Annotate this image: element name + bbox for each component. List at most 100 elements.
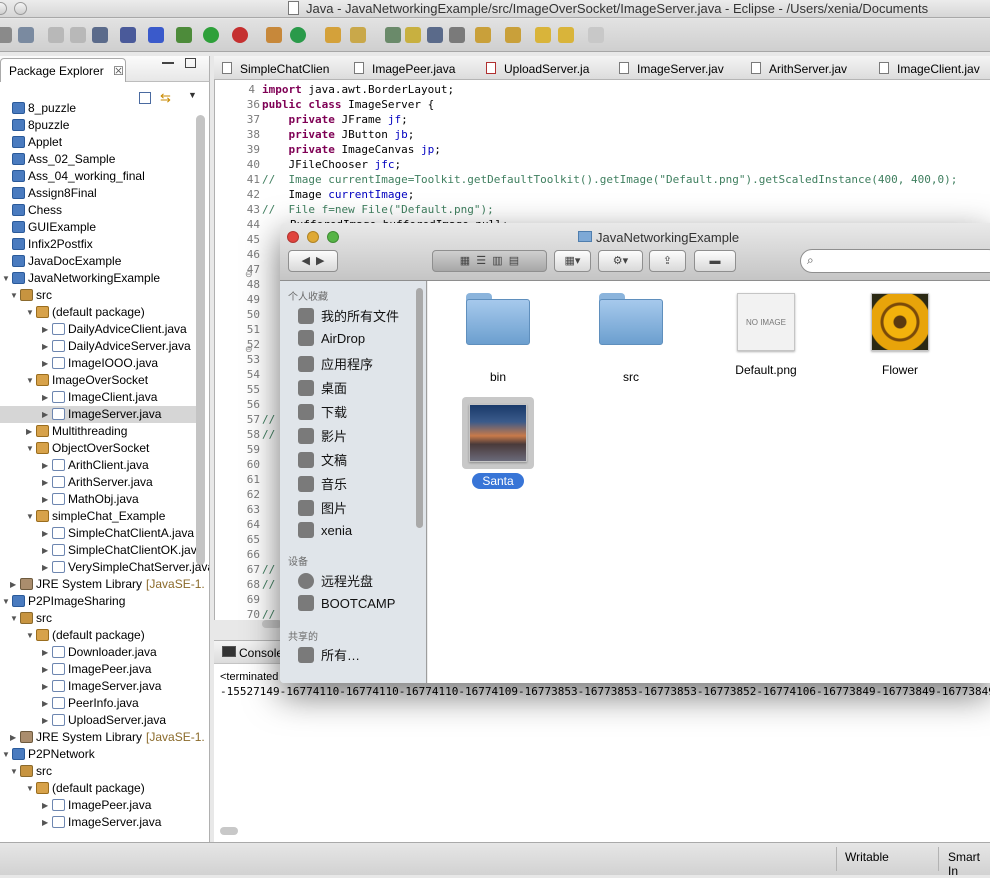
tree-item-file[interactable]: ▶ Downloader.java <box>0 644 196 661</box>
file-item-santa[interactable]: Santa <box>448 397 548 489</box>
tree-item-package[interactable]: ▼ (default package) <box>0 627 196 644</box>
sidebar-item[interactable]: 音乐 <box>298 474 347 493</box>
arrange-button[interactable]: ▦▾ <box>554 250 591 272</box>
next-edit-icon[interactable] <box>475 27 491 43</box>
sidebar-item[interactable]: 我的所有文件 <box>298 306 399 325</box>
console-hscrollbar[interactable] <box>220 827 238 835</box>
sidebar-item-shared[interactable]: 所有… <box>298 645 360 664</box>
tree-item-project[interactable]: ▼ P2PNetwork <box>0 746 196 763</box>
expand-arrow-icon[interactable]: ▶ <box>42 491 52 508</box>
tree-item-file[interactable]: ▶ MathObj.java <box>0 491 196 508</box>
sidebar-item[interactable]: AirDrop <box>298 330 365 346</box>
editor-tab-active[interactable]: ImageServer.jav <box>619 59 724 79</box>
tree-item-file[interactable]: ▶ ImageServer.java <box>0 678 196 695</box>
expand-arrow-icon[interactable]: ▼ <box>26 780 36 797</box>
forward-icon[interactable] <box>588 27 604 43</box>
tree-item-project[interactable]: Infix2Postfix <box>0 236 196 253</box>
expand-arrow-icon[interactable]: ▶ <box>42 355 52 372</box>
tree-item-file[interactable]: ▶ ImageServer.java <box>0 406 196 423</box>
expand-arrow-icon[interactable]: ▼ <box>26 440 36 457</box>
expand-arrow-icon[interactable]: ▶ <box>42 661 52 678</box>
expand-arrow-icon[interactable]: ▶ <box>42 559 52 576</box>
expand-arrow-icon[interactable]: ▼ <box>2 270 12 287</box>
view-mode-segmented-control[interactable]: ▦ ☰ ▥ ▤ <box>432 250 547 272</box>
finder-minimize-button[interactable] <box>307 231 319 243</box>
tree-item-file[interactable]: ▶ ImageClient.java <box>0 389 196 406</box>
editor-tab[interactable]: UploadServer.ja <box>486 59 589 79</box>
tree-item-project[interactable]: Ass_04_working_final <box>0 168 196 185</box>
maximize-view-icon[interactable] <box>185 58 196 68</box>
expand-arrow-icon[interactable]: ▶ <box>10 729 20 746</box>
fold-icon[interactable]: ⊖ <box>245 269 253 280</box>
tree-item-file[interactable]: ▶ DailyAdviceClient.java <box>0 321 196 338</box>
sidebar-item[interactable]: 影片 <box>298 426 347 445</box>
tree-item-package[interactable]: ▼ (default package) <box>0 304 196 321</box>
print-icon[interactable] <box>92 27 108 43</box>
tree-item-package[interactable]: ▶ Multithreading <box>0 423 196 440</box>
package-explorer-scrollbar[interactable] <box>196 115 205 565</box>
expand-arrow-icon[interactable]: ▶ <box>26 423 36 440</box>
expand-arrow-icon[interactable]: ▼ <box>2 746 12 763</box>
fold-icon[interactable]: ⊖ <box>245 344 253 355</box>
view-menu-icon[interactable]: ▼ <box>188 90 197 100</box>
expand-arrow-icon[interactable]: ▶ <box>42 338 52 355</box>
sidebar-item[interactable]: 应用程序 <box>298 354 373 373</box>
finder-zoom-button[interactable] <box>327 231 339 243</box>
tree-item-package[interactable]: ▼ ObjectOverSocket <box>0 440 196 457</box>
tree-item-project[interactable]: Ass_02_Sample <box>0 151 196 168</box>
tree-item-project[interactable]: 8puzzle <box>0 117 196 134</box>
tree-item-file[interactable]: ▶ ArithClient.java <box>0 457 196 474</box>
expand-arrow-icon[interactable]: ▼ <box>10 763 20 780</box>
editor-tab[interactable]: ImageClient.jav <box>879 59 980 79</box>
sidebar-item-device[interactable]: 远程光盘 <box>298 571 373 590</box>
tab-package-explorer[interactable]: Package Explorer ☒ <box>0 58 126 82</box>
expand-arrow-icon[interactable]: ▶ <box>42 474 52 491</box>
finder-search-input[interactable]: ⌕ <box>800 249 990 273</box>
expand-arrow-icon[interactable]: ▶ <box>10 576 20 593</box>
expand-arrow-icon[interactable]: ▶ <box>42 406 52 423</box>
run-icon[interactable] <box>203 27 219 43</box>
file-item-default-png[interactable]: NO IMAGE Default.png <box>716 293 816 377</box>
tree-item-file[interactable]: ▶ ImageServer.java <box>0 814 196 831</box>
expand-arrow-icon[interactable]: ▼ <box>10 287 20 304</box>
new-package-icon[interactable] <box>266 27 282 43</box>
expand-arrow-icon[interactable]: ▼ <box>26 508 36 525</box>
search-tools-icon[interactable] <box>350 27 366 43</box>
debug-icon[interactable] <box>176 27 192 43</box>
tags-button[interactable]: ▬ <box>694 250 736 272</box>
close-window-button[interactable] <box>0 2 7 15</box>
sidebar-item[interactable]: 下载 <box>298 402 347 421</box>
tree-item-package[interactable]: ▼ (default package) <box>0 780 196 797</box>
file-item-src[interactable]: src <box>581 293 681 384</box>
tab-console[interactable]: Console <box>239 646 283 660</box>
tree-item-file[interactable]: ▶ UploadServer.java <box>0 712 196 729</box>
sidebar-item[interactable]: xenia <box>298 522 352 538</box>
next-annotation-icon[interactable] <box>385 27 401 43</box>
new-icon[interactable] <box>0 27 12 43</box>
expand-arrow-icon[interactable]: ▶ <box>42 389 52 406</box>
console-output[interactable]: <terminated -15527149-16774110-16774110-… <box>214 664 990 842</box>
sidebar-item-device[interactable]: BOOTCAMP <box>298 595 395 611</box>
last-edit-location-icon[interactable] <box>535 27 551 43</box>
tree-item-project[interactable]: Chess <box>0 202 196 219</box>
expand-arrow-icon[interactable]: ▶ <box>42 542 52 559</box>
tree-item-project[interactable]: ▼ JavaNetworkingExample <box>0 270 196 287</box>
tree-item-project[interactable]: ▼ src <box>0 610 196 627</box>
tree-item-library[interactable]: ▶ JRE System Library [JavaSE-1. <box>0 576 205 593</box>
mark-occurrences-icon[interactable] <box>405 27 421 43</box>
tree-item-file[interactable]: ▶ ImageIOOO.java <box>0 355 196 372</box>
show-whitespace-icon[interactable] <box>449 27 465 43</box>
block-selection-icon[interactable] <box>427 27 443 43</box>
tree-item-file[interactable]: ▶ ArithServer.java <box>0 474 196 491</box>
tree-item-project[interactable]: ▼ src <box>0 287 196 304</box>
tree-item-file[interactable]: ▶ SimpleChatClientA.java <box>0 525 196 542</box>
expand-arrow-icon[interactable]: ▼ <box>10 610 20 627</box>
editor-tab[interactable]: SimpleChatClien <box>222 59 329 79</box>
open-type-icon[interactable] <box>325 27 341 43</box>
save-icon[interactable] <box>48 27 64 43</box>
tree-item-file[interactable]: ▶ PeerInfo.java <box>0 695 196 712</box>
finder-close-button[interactable] <box>287 231 299 243</box>
save-all-icon[interactable] <box>70 27 86 43</box>
tree-item-project[interactable]: JavaDocExample <box>0 253 196 270</box>
tree-item-package[interactable]: ▼ simpleChat_Example <box>0 508 196 525</box>
